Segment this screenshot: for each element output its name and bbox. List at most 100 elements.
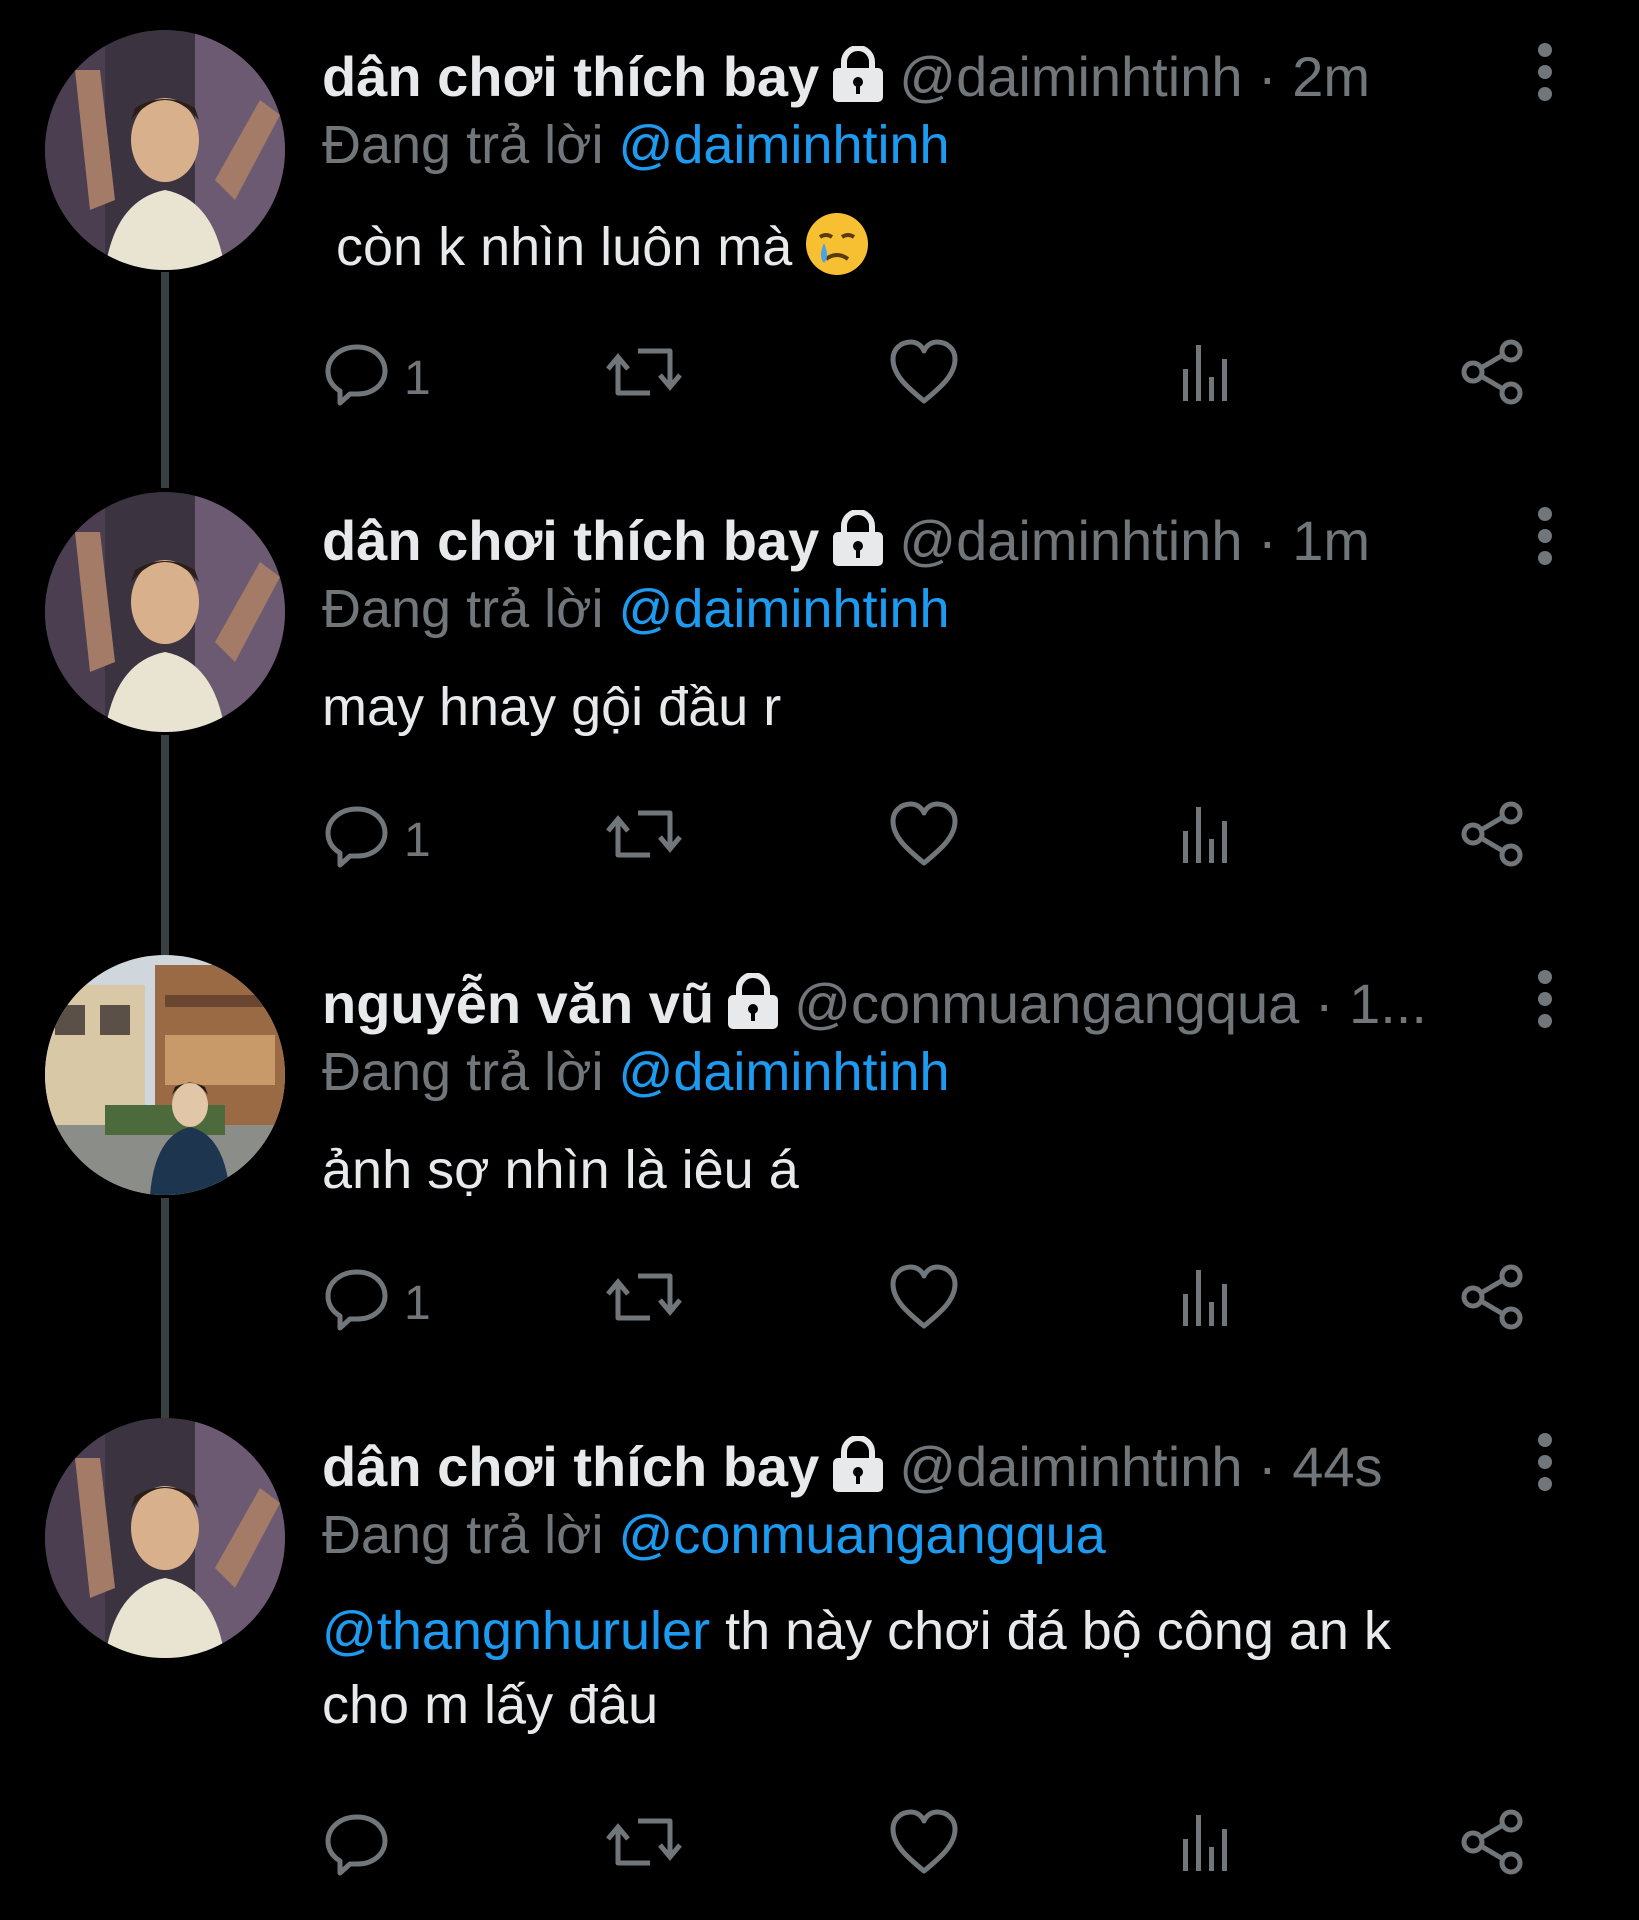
replying-to: Đang trả lời @daiminhtinh [322,1037,950,1107]
retweet-button[interactable] [604,1263,684,1343]
replying-to: Đang trả lời @daiminhtinh [322,110,950,180]
tweet-text: ảnh sợ nhìn là iêu á [322,1133,1552,1207]
lock-icon [827,509,889,576]
tweet-actions: 1 [322,800,1562,880]
share-icon [1457,799,1527,881]
display-name[interactable]: nguyễn văn vũ [322,972,714,1035]
reply-mention-link[interactable]: @daiminhtinh [619,115,950,175]
share-button[interactable] [1457,1263,1527,1343]
user-handle[interactable]: @daiminhtinh [899,1435,1242,1498]
tweet[interactable]: dân chơi thích bay @daiminhtinh · 2m Đang… [0,0,1639,490]
reply-icon [322,1262,392,1344]
tweet-text-content: may hnay gội đầu r [322,677,782,737]
tweet-text-content: ảnh sợ nhìn là iêu á [322,1140,799,1200]
reply-count: 1 [404,351,431,405]
tweet-text-line: cho m lấy đâu [322,1675,659,1735]
display-name[interactable]: dân chơi thích bay [322,45,819,108]
timestamp[interactable]: 1m [1292,509,1370,572]
like-button[interactable] [887,1263,961,1343]
user-handle[interactable]: @conmuangangqua · 1... [794,972,1427,1035]
replying-to-label: Đang trả lời [322,579,604,639]
retweet-button[interactable] [604,1808,684,1888]
reply-mention-link[interactable]: @conmuangangqua [619,1505,1106,1565]
reply-button[interactable]: 1 [322,800,431,880]
like-button[interactable] [887,800,961,880]
avatar[interactable] [45,492,285,732]
analytics-button[interactable] [1177,1263,1237,1343]
retweet-icon [604,1262,684,1344]
heart-icon [887,799,961,881]
retweet-button[interactable] [604,800,684,880]
retweet-button[interactable] [604,338,684,418]
replying-to-label: Đang trả lời [322,1042,604,1102]
crying-face-with-tear-emoji [804,211,870,296]
reply-mention-link[interactable]: @daiminhtinh [619,579,950,639]
reply-icon [322,337,392,419]
replying-to: Đang trả lời @daiminhtinh [322,574,950,644]
tweet-text: @thangnhuruler th này chơi đá bộ công an… [322,1594,1552,1742]
user-handle[interactable]: @daiminhtinh [899,509,1242,572]
timestamp[interactable]: 2m [1292,45,1370,108]
more-options-icon[interactable] [1520,38,1570,118]
tweet-header: dân chơi thích bay @daiminhtinh · 2m [322,42,1502,112]
share-icon [1457,1807,1527,1889]
tweet-text: còn k nhìn luôn mà [336,210,1566,296]
reply-count: 1 [404,813,431,867]
tweet-header: dân chơi thích bay @daiminhtinh · 1m [322,506,1502,576]
display-name[interactable]: dân chơi thích bay [322,509,819,572]
more-options-icon[interactable] [1520,502,1570,582]
avatar[interactable] [45,1418,285,1658]
analytics-button[interactable] [1177,338,1237,418]
like-button[interactable] [887,338,961,418]
analytics-button[interactable] [1177,800,1237,880]
heart-icon [887,337,961,419]
analytics-icon [1177,1807,1237,1889]
retweet-icon [604,1807,684,1889]
separator: · [1242,509,1293,572]
share-button[interactable] [1457,338,1527,418]
tweet[interactable]: nguyễn văn vũ @conmuangangqua · 1... Đang… [0,953,1639,1416]
reply-button[interactable]: 1 [322,338,431,418]
analytics-icon [1177,337,1237,419]
replying-to-label: Đang trả lời [322,1505,604,1565]
display-name[interactable]: dân chơi thích bay [322,1435,819,1498]
timestamp[interactable]: 44s [1292,1435,1382,1498]
tweet-actions [322,1808,1562,1888]
replying-to-label: Đang trả lời [322,115,604,175]
analytics-icon [1177,1262,1237,1344]
retweet-icon [604,337,684,419]
tweet-actions: 1 [322,1263,1562,1343]
avatar[interactable] [45,955,285,1195]
more-options-icon[interactable] [1520,1428,1570,1508]
tweet[interactable]: dân chơi thích bay @daiminhtinh · 1m Đang… [0,490,1639,953]
reply-count: 1 [404,1276,431,1330]
reply-mention-link[interactable]: @daiminhtinh [619,1042,950,1102]
like-button[interactable] [887,1808,961,1888]
text-mention-link[interactable]: @thangnhuruler [322,1601,710,1661]
tweet[interactable]: dân chơi thích bay @daiminhtinh · 44s Đan… [0,1416,1639,1920]
heart-icon [887,1807,961,1889]
tweet-header: nguyễn văn vũ @conmuangangqua · 1... [322,969,1502,1039]
tweet-text-line: @thangnhuruler th này chơi đá bộ công an… [322,1594,1552,1668]
separator: · [1242,45,1293,108]
analytics-button[interactable] [1177,1808,1237,1888]
share-icon [1457,1262,1527,1344]
reply-button[interactable] [322,1808,404,1888]
retweet-icon [604,799,684,881]
share-icon [1457,337,1527,419]
reply-icon [322,1807,392,1889]
user-handle[interactable]: @daiminhtinh [899,45,1242,108]
lock-icon [722,972,784,1039]
share-button[interactable] [1457,1808,1527,1888]
more-options-icon[interactable] [1520,965,1570,1045]
avatar[interactable] [45,30,285,270]
share-button[interactable] [1457,800,1527,880]
tweet-actions: 1 [322,338,1562,418]
reply-button[interactable]: 1 [322,1263,431,1343]
tweet-header: dân chơi thích bay @daiminhtinh · 44s [322,1432,1502,1502]
tweet-text-content: còn k nhìn luôn mà [336,217,793,277]
lock-icon [827,45,889,112]
replying-to: Đang trả lời @conmuangangqua [322,1500,1106,1570]
separator: · [1242,1435,1293,1498]
tweet-text-content: th này chơi đá bộ công an k [710,1601,1391,1661]
